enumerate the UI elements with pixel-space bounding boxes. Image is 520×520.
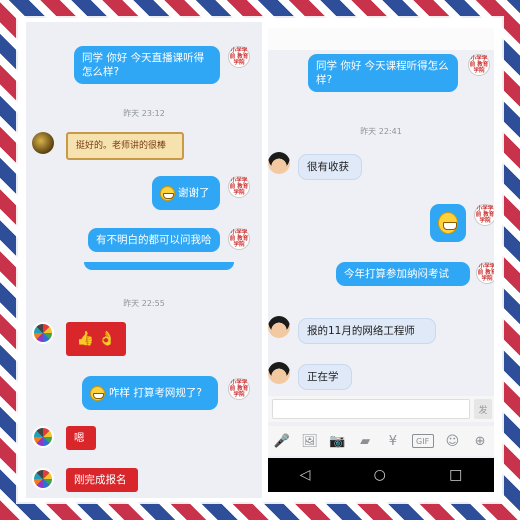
incoming-message: 很有收获 — [298, 154, 362, 180]
timestamp: 昨天 22:41 — [360, 127, 402, 136]
incoming-message: 嗯 — [66, 426, 96, 450]
incoming-message: 正在学 — [298, 364, 352, 390]
gif-icon[interactable]: GIF — [411, 434, 434, 448]
student-avatar[interactable] — [32, 468, 54, 490]
outgoing-message: 谢谢了 — [152, 176, 220, 210]
outgoing-message: 今年打算参加纳闷考试 — [336, 262, 470, 286]
recents-icon[interactable]: □ — [449, 467, 462, 483]
teacher-avatar[interactable]: 小学学前 教育学院 — [228, 228, 250, 250]
mic-icon[interactable]: 🎤 — [273, 432, 291, 450]
avatar-text: 小学学前 教育学院 — [229, 178, 249, 196]
avatar-text: 小学学前 教育学院 — [229, 380, 249, 398]
send-button[interactable]: 发 — [474, 399, 492, 419]
chat-panel-2: 昨天 22:55 👍 👌 咋样 打算考网规了? 小学学前 教育学院 嗯 刚完成报… — [26, 262, 262, 498]
chat-toolbar: 🎤 🖼 📷 ▰ ¥ GIF ☺ ⊕ — [268, 426, 494, 456]
camera-icon[interactable]: 📷 — [328, 432, 346, 450]
sticker-message: 👍 👌 — [66, 322, 126, 356]
teacher-avatar[interactable]: 小学学前 教育学院 — [228, 46, 250, 68]
timestamp: 昨天 22:55 — [123, 299, 165, 308]
outgoing-message: 同学 你好 今天课程听得怎么样? — [308, 54, 458, 92]
grin-emoji-icon — [438, 212, 458, 234]
cut-off-message — [84, 262, 234, 270]
chat-panel-3: 同学 你好 今天课程听得怎么样? 小学学前 教育学院 昨天 22:41 很有收获… — [268, 28, 494, 492]
ok-hand-icon: 👌 — [98, 331, 116, 347]
android-nav-bar: ◁ ○ □ — [268, 458, 494, 492]
image-icon[interactable]: 🖼 — [301, 432, 319, 450]
message-text: 咋样 打算考网规了? — [109, 387, 202, 399]
message-input[interactable] — [272, 399, 470, 419]
teacher-avatar[interactable]: 小学学前 教育学院 — [476, 262, 494, 284]
grin-emoji-icon — [160, 185, 175, 201]
incoming-message: 挺好的。老师讲的很棒 — [66, 132, 184, 160]
incoming-message: 刚完成报名 — [66, 468, 138, 492]
chat-panel-1: 同学 你好 今天直播课听得怎么样? 小学学前 教育学院 昨天 23:12 挺好的… — [26, 22, 262, 262]
outgoing-message: 同学 你好 今天直播课听得怎么样? — [74, 46, 220, 84]
avatar-text: 小学学前 教育学院 — [475, 206, 494, 224]
student-avatar[interactable] — [268, 152, 290, 174]
teacher-avatar[interactable]: 小学学前 教育学院 — [228, 378, 250, 400]
red-packet-icon[interactable]: ▰ — [356, 432, 374, 450]
student-avatar[interactable] — [268, 316, 290, 338]
message-text: 谢谢了 — [178, 187, 210, 199]
plus-icon[interactable]: ⊕ — [471, 432, 489, 450]
avatar-text: 小学学前 教育学院 — [229, 230, 249, 248]
teacher-avatar[interactable]: 小学学前 教育学院 — [228, 176, 250, 198]
avatar-text: 小学学前 教育学院 — [477, 264, 494, 282]
teacher-avatar[interactable]: 小学学前 教育学院 — [474, 204, 494, 226]
avatar-text: 小学学前 教育学院 — [229, 48, 249, 66]
outgoing-message: 咋样 打算考网规了? — [82, 376, 218, 410]
home-icon[interactable]: ○ — [374, 467, 386, 483]
thumbs-up-icon: 👍 — [76, 331, 94, 347]
yuan-icon[interactable]: ¥ — [384, 432, 402, 450]
student-avatar[interactable] — [32, 322, 54, 344]
student-avatar[interactable] — [32, 426, 54, 448]
outgoing-message: 有不明白的都可以问我哈 — [88, 228, 220, 252]
back-icon[interactable]: ◁ — [300, 467, 311, 483]
emoji-icon[interactable]: ☺ — [443, 432, 461, 450]
status-bar — [268, 28, 494, 50]
message-input-bar: 发 — [268, 396, 494, 422]
student-avatar[interactable] — [32, 132, 54, 154]
timestamp: 昨天 23:12 — [123, 109, 165, 118]
sticker-message — [430, 204, 466, 242]
teacher-avatar[interactable]: 小学学前 教育学院 — [468, 54, 490, 76]
avatar-text: 小学学前 教育学院 — [469, 56, 489, 74]
student-avatar[interactable] — [268, 362, 290, 384]
grin-emoji-icon — [90, 385, 105, 401]
incoming-message: 报的11月的网络工程师 — [298, 318, 436, 344]
